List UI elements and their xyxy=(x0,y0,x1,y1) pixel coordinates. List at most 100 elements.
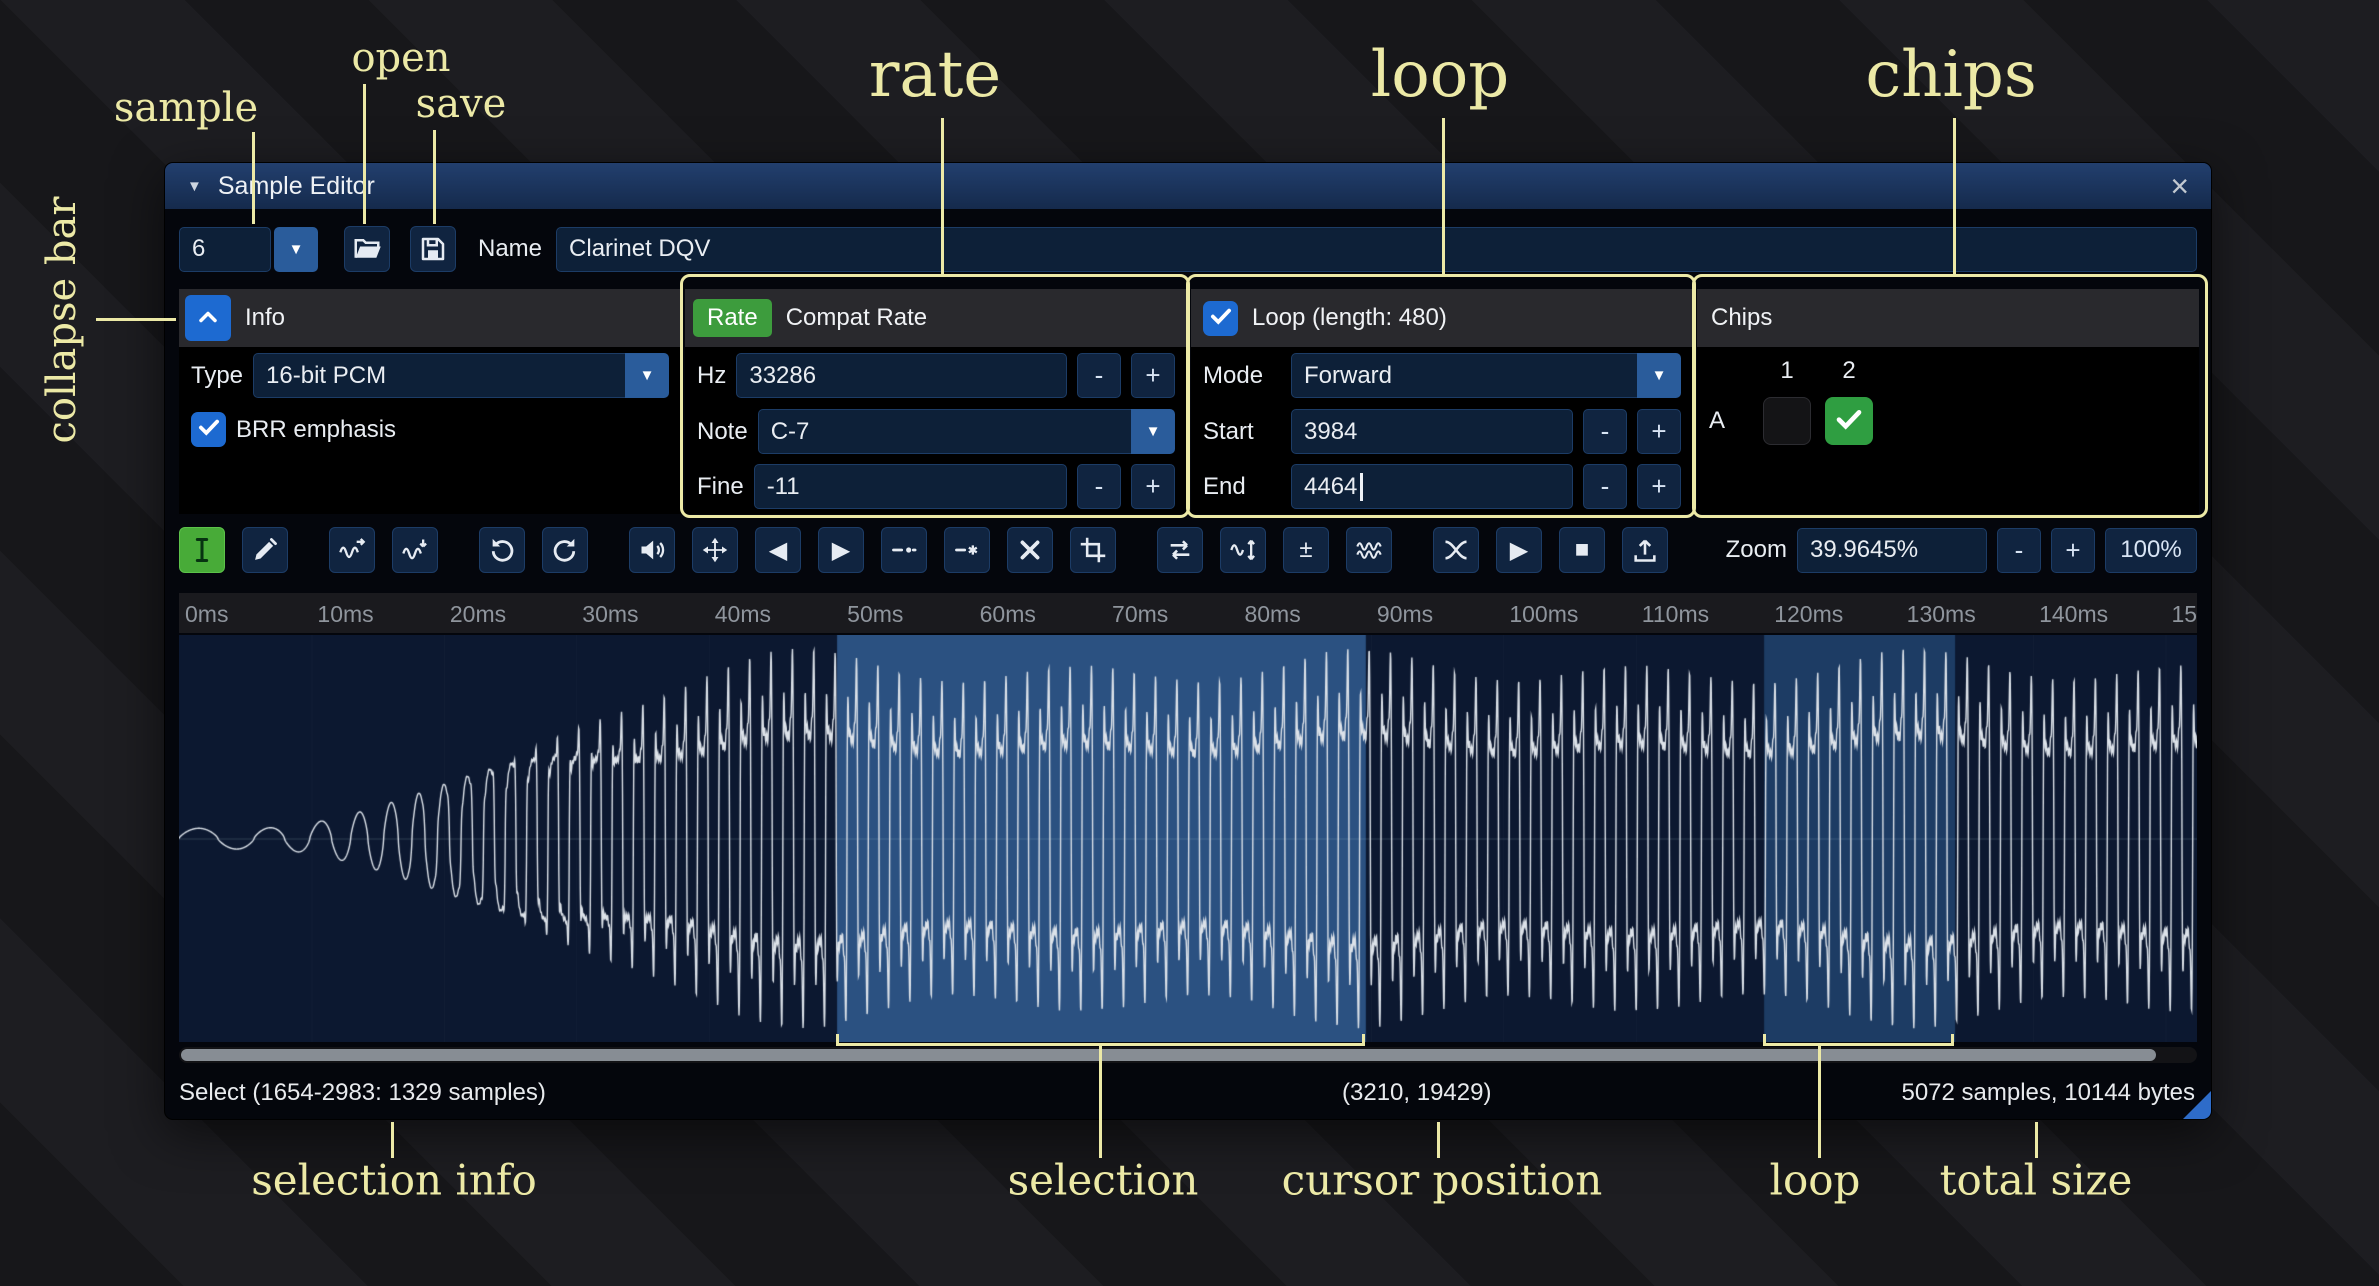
normalize-button[interactable] xyxy=(692,527,738,573)
triangle-left-icon: ◀ xyxy=(769,536,787,565)
chevron-down-icon: ▼ xyxy=(289,241,304,258)
stop-preview-button[interactable]: ■ xyxy=(1559,527,1605,573)
apply-silence-button[interactable] xyxy=(944,527,990,573)
annotation-loop: loop xyxy=(1371,38,1510,112)
annotation-selection: selection xyxy=(1008,1156,1199,1205)
annotation-line-rate xyxy=(941,118,944,276)
sample-toolbar: ◀ ▶ ± ▶ ■ Zoom 39.9645% - + 100% xyxy=(179,527,2197,573)
filter-waves-icon xyxy=(1355,536,1383,564)
redo-button[interactable] xyxy=(542,527,588,573)
preview-button[interactable]: ▶ xyxy=(1496,527,1542,573)
timeline-label: 90ms xyxy=(1377,601,1433,628)
zoom-input[interactable]: 39.9645% xyxy=(1797,528,1987,573)
pencil-icon xyxy=(251,536,279,564)
undo-icon xyxy=(488,536,516,564)
annotation-save: save xyxy=(416,81,507,127)
timeline-label: 120ms xyxy=(1774,601,1843,628)
zoom-reset-button[interactable]: 100% xyxy=(2105,528,2197,573)
annotation-sample: sample xyxy=(114,85,258,131)
annotation-line-loop xyxy=(1442,118,1445,276)
cursor-position-text: (3210, 19429) xyxy=(1342,1079,1491,1107)
sign-flip-button[interactable]: ± xyxy=(1283,527,1329,573)
dash-dot-icon xyxy=(890,536,918,564)
annotation-line-chips xyxy=(1953,118,1956,276)
crossfade-button[interactable] xyxy=(1433,527,1479,573)
save-button[interactable] xyxy=(410,226,456,272)
annotation-loop-marker: loop xyxy=(1770,1156,1861,1205)
zoom-label: Zoom xyxy=(1726,536,1787,564)
annotation-collapse-bar: collapse bar xyxy=(39,196,85,443)
waveform-canvas[interactable] xyxy=(179,635,2197,1042)
annotation-box-chips xyxy=(1692,274,2208,518)
info-collapse-button[interactable] xyxy=(185,295,231,341)
timeline-label: 150ms xyxy=(2172,601,2197,628)
name-input[interactable]: Clarinet DQV xyxy=(556,227,2197,272)
play-icon: ▶ xyxy=(1510,536,1528,565)
zoom-in-button[interactable]: + xyxy=(2051,528,2095,573)
resize-button[interactable] xyxy=(329,527,375,573)
redo-icon xyxy=(551,536,579,564)
fade-in-button[interactable]: ◀ xyxy=(755,527,801,573)
annotation-selection-info: selection info xyxy=(251,1156,537,1205)
delete-button[interactable] xyxy=(1007,527,1053,573)
upload-sample-button[interactable] xyxy=(1622,527,1668,573)
chevron-down-icon: ▼ xyxy=(640,367,655,384)
selection-info-text: Select (1654-2983: 1329 samples) xyxy=(179,1079,546,1107)
waveform-view[interactable] xyxy=(179,635,2197,1042)
titlebar[interactable]: ▼ Sample Editor × xyxy=(165,163,2211,209)
annotation-box-loop xyxy=(1186,274,1696,518)
timeline-ruler: 0ms10ms20ms30ms40ms50ms60ms70ms80ms90ms1… xyxy=(179,593,2197,633)
annotation-line-total-size xyxy=(2035,1122,2038,1158)
triangle-right-icon: ▶ xyxy=(832,536,850,565)
crossfade-icon xyxy=(1442,536,1470,564)
annotation-total-size: total size xyxy=(1940,1156,2133,1205)
undo-button[interactable] xyxy=(479,527,525,573)
type-dropdown[interactable]: 16-bit PCM ▼ xyxy=(253,353,669,398)
open-button[interactable] xyxy=(344,226,390,272)
filter-button[interactable] xyxy=(1346,527,1392,573)
annotation-line-save xyxy=(433,130,436,224)
sample-header-row: 6 ▼ Name Clarinet DQV xyxy=(179,225,2197,273)
arrows-out-icon xyxy=(701,536,729,564)
dash-asterisk-icon xyxy=(953,536,981,564)
checkmark-icon xyxy=(196,414,222,445)
annotation-rate: rate xyxy=(869,38,1001,112)
horizontal-scrollbar[interactable] xyxy=(179,1047,2197,1063)
window-title: Sample Editor xyxy=(218,172,375,201)
amplify-button[interactable] xyxy=(629,527,675,573)
resize-grip[interactable] xyxy=(2183,1091,2211,1119)
sample-number-field[interactable]: 6 xyxy=(179,227,271,272)
trim-button[interactable] xyxy=(1070,527,1116,573)
window-collapse-icon[interactable]: ▼ xyxy=(187,178,202,195)
brr-emphasis-checkbox[interactable] xyxy=(191,412,226,447)
resample-button[interactable] xyxy=(392,527,438,573)
insert-silence-button[interactable] xyxy=(881,527,927,573)
close-icon[interactable]: × xyxy=(2170,170,2189,202)
invert-button[interactable] xyxy=(1220,527,1266,573)
draw-mode-button[interactable] xyxy=(242,527,288,573)
wave-flip-icon xyxy=(1229,536,1257,564)
annotation-chips: chips xyxy=(1865,38,2036,112)
timeline-label: 40ms xyxy=(715,601,771,628)
annotation-line-loop-marker xyxy=(1818,1046,1821,1158)
sample-number-dropdown-button[interactable]: ▼ xyxy=(274,227,318,272)
info-panel-title: Info xyxy=(245,304,285,332)
zoom-out-button[interactable]: - xyxy=(1997,528,2041,573)
edit-mode-button[interactable] xyxy=(179,527,225,573)
arrows-swap-icon xyxy=(1166,536,1194,564)
annotation-line-cursor-position xyxy=(1437,1122,1440,1158)
fade-out-button[interactable]: ▶ xyxy=(818,527,864,573)
chevron-up-icon xyxy=(194,303,222,334)
stop-icon: ■ xyxy=(1575,536,1590,564)
scrollbar-thumb[interactable] xyxy=(181,1049,2156,1061)
timeline-label: 130ms xyxy=(1907,601,1976,628)
name-label: Name xyxy=(478,235,542,263)
timeline-label: 80ms xyxy=(1244,601,1300,628)
timeline-label: 10ms xyxy=(317,601,373,628)
plus-minus-icon: ± xyxy=(1299,536,1312,564)
timeline-label: 20ms xyxy=(450,601,506,628)
reverse-button[interactable] xyxy=(1157,527,1203,573)
annotation-line-open xyxy=(363,84,366,224)
timeline-label: 110ms xyxy=(1642,601,1709,628)
total-size-text: 5072 samples, 10144 bytes xyxy=(1901,1079,2195,1107)
